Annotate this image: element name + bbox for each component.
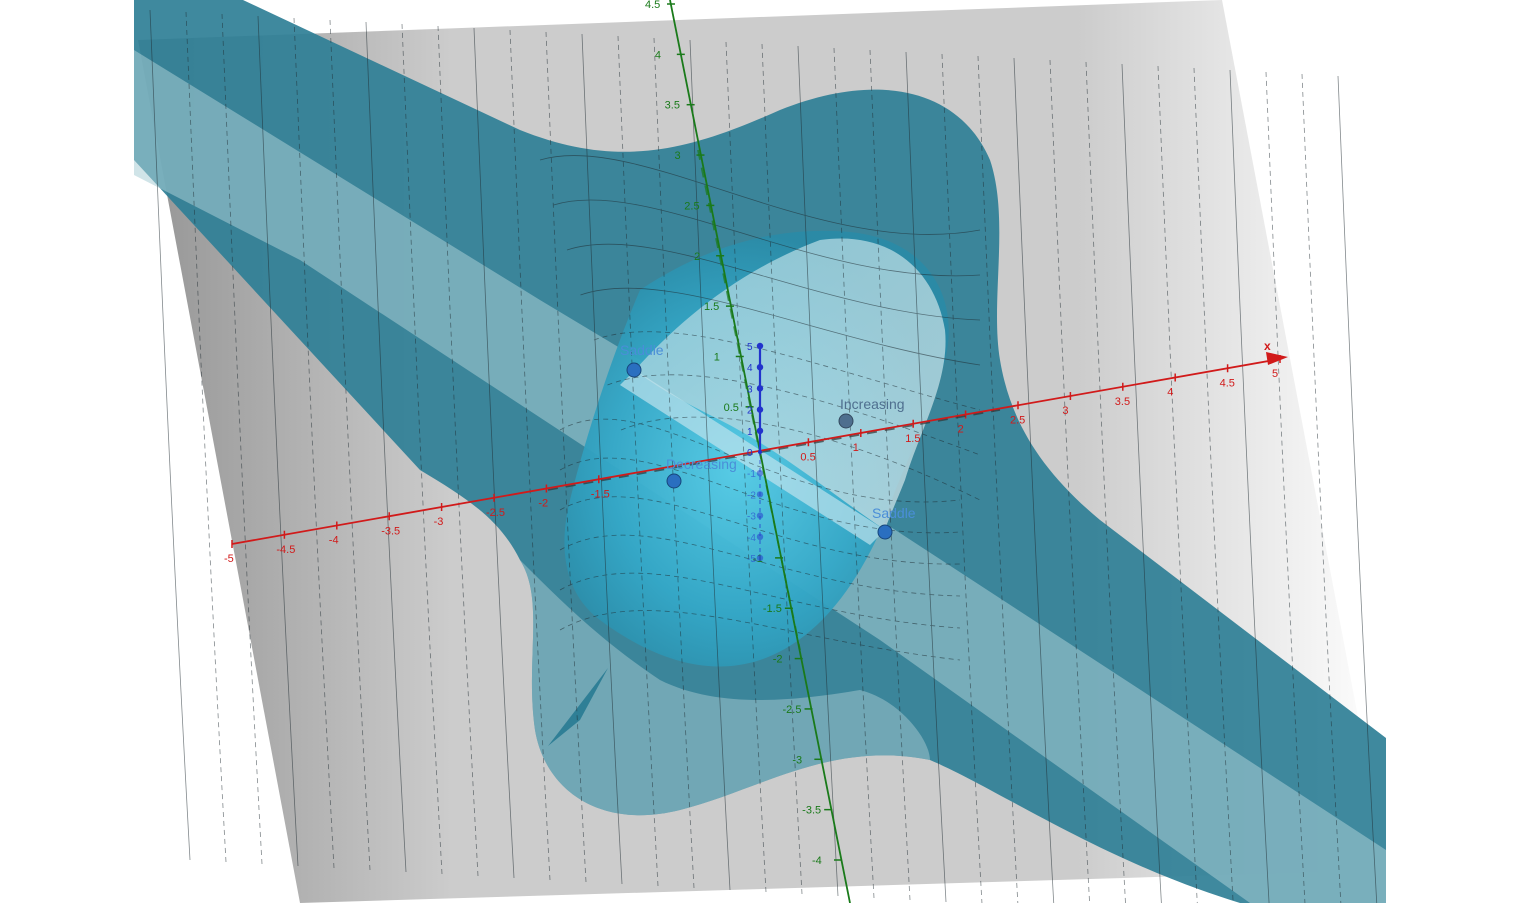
y-tick-label: -3 — [792, 754, 802, 766]
x-tick-label: -3 — [434, 516, 444, 528]
z-tick-label: -2 — [747, 490, 756, 501]
x-tick-label: -1.5 — [591, 488, 610, 500]
3d-scene[interactable]: x -5 -4.5 -4 -3.5 -3 -2.5 -2 -1.5 0.5 1 1.5 2 2.5 3 3.… — [0, 0, 1520, 903]
y-tick-label: 4.5 — [645, 0, 660, 11]
z-tick-mark — [756, 342, 764, 350]
x-tick-label: 3.5 — [1115, 396, 1130, 408]
x-tick-label: 1 — [853, 442, 859, 454]
z-tick-label: 0 — [747, 448, 753, 459]
y-tick-label: 3.5 — [665, 100, 680, 112]
y-tick-label: -2.5 — [783, 704, 802, 716]
z-tick-mark — [756, 554, 764, 562]
y-tick-label: 1.5 — [704, 301, 719, 313]
x-tick-label: -2.5 — [486, 507, 505, 519]
y-tick-label: 2.5 — [684, 200, 699, 212]
x-axis-name: x — [1264, 339, 1271, 353]
y-tick-label: -3.5 — [802, 805, 821, 817]
x-tick-label: -2 — [538, 498, 548, 510]
decreasing-marker-icon[interactable] — [666, 473, 682, 489]
decreasing-label: Decreasing — [666, 456, 737, 472]
y-tick-label: -2 — [773, 654, 783, 666]
z-tick-label: -5 — [747, 554, 756, 565]
y-tick-label: 3 — [674, 150, 680, 162]
z-tick-mark — [756, 427, 764, 434]
y-tick-label: -4 — [812, 855, 822, 867]
x-tick-label: 2.5 — [1010, 414, 1025, 426]
x-tick-label: 5 — [1272, 368, 1278, 380]
increasing-label: Increasing — [840, 396, 905, 412]
x-tick-label: 3 — [1062, 405, 1068, 417]
z-tick-mark — [756, 533, 764, 540]
z-tick-label: -3 — [747, 512, 756, 523]
y-tick-label: -1.5 — [763, 603, 782, 615]
x-tick-label: -3.5 — [381, 525, 400, 537]
z-tick-mark — [756, 491, 764, 498]
y-tick-label: 2 — [694, 251, 700, 263]
y-tick-label: 4 — [655, 49, 661, 61]
x-tick-label: -5 — [224, 553, 234, 565]
z-tick-mark — [756, 470, 764, 477]
x-tick-label: -4 — [329, 535, 339, 547]
z-tick-label: -4 — [747, 533, 756, 544]
x-tick-label: -4.5 — [276, 544, 295, 556]
y-tick-label: 1 — [714, 351, 720, 363]
x-tick-label: 2 — [958, 424, 964, 436]
z-tick-mark — [758, 450, 762, 454]
x-tick-label: 4 — [1167, 387, 1173, 399]
z-tick-mark — [756, 512, 764, 519]
z-tick-label: 5 — [747, 342, 753, 353]
saddle-1-marker-icon[interactable] — [626, 362, 642, 378]
z-tick-mark — [756, 406, 764, 413]
z-tick-mark — [756, 385, 764, 392]
z-tick-label: 3 — [747, 384, 753, 395]
z-tick-label: -1 — [747, 469, 756, 480]
saddle-1-label: Saddle — [620, 342, 664, 358]
z-tick-label: 2 — [747, 406, 753, 417]
y-tick-label: 0.5 — [724, 402, 739, 414]
increasing-marker-icon[interactable] — [838, 413, 854, 429]
x-tick-label: 0.5 — [800, 451, 815, 463]
z-tick-label: 4 — [747, 363, 753, 374]
x-tick-label: 1.5 — [905, 433, 920, 445]
x-tick-label: 4.5 — [1220, 377, 1235, 389]
z-tick-label: 1 — [747, 427, 753, 438]
z-tick-mark — [756, 364, 764, 371]
graphics-3d-view[interactable]: x -5 -4.5 -4 -3.5 -3 -2.5 -2 -1.5 0.5 1 1.5 2 2.5 3 3.… — [0, 0, 1520, 903]
saddle-2-label: Saddle — [872, 505, 916, 521]
saddle-2-marker-icon[interactable] — [877, 524, 893, 540]
